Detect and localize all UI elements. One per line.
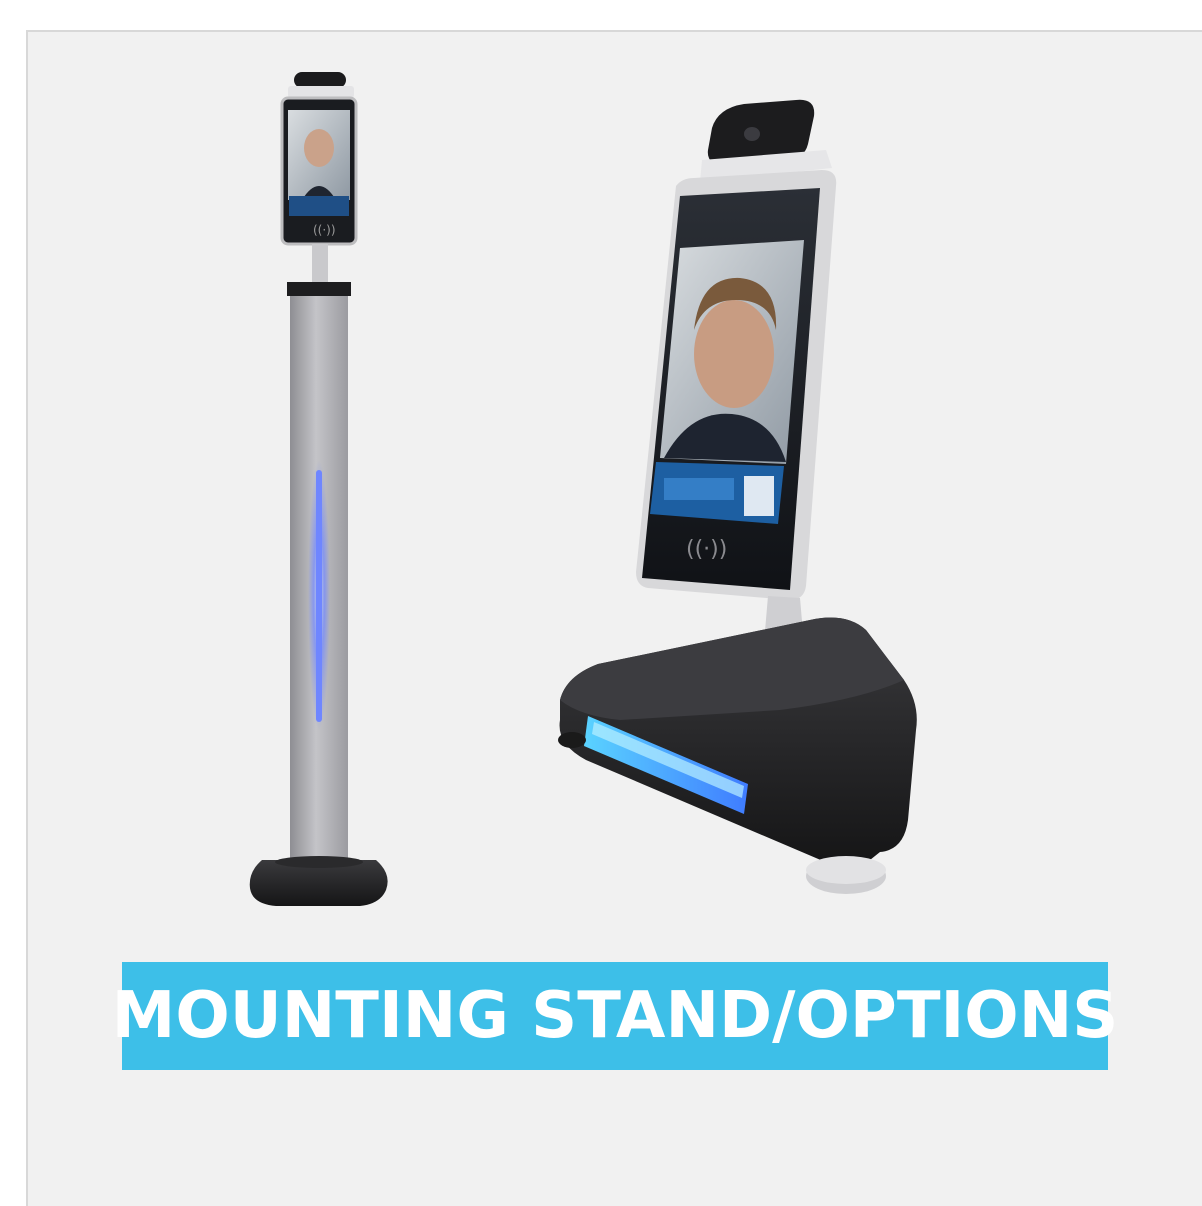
- floor-stand-kiosk: ((·)): [249, 72, 388, 906]
- camera-module: [294, 72, 346, 88]
- light-bar: [316, 470, 322, 722]
- desktop-stand-kiosk: ((·)): [558, 99, 917, 894]
- svg-text:((·)): ((·)): [313, 223, 336, 237]
- banner-label: MOUNTING STAND/OPTIONS: [111, 979, 1119, 1053]
- product-illustration: ((·)) ((·)): [249, 72, 917, 906]
- category-banner[interactable]: MOUNTING STAND/OPTIONS: [112, 962, 1118, 1070]
- svg-text:((·)): ((·)): [686, 537, 727, 562]
